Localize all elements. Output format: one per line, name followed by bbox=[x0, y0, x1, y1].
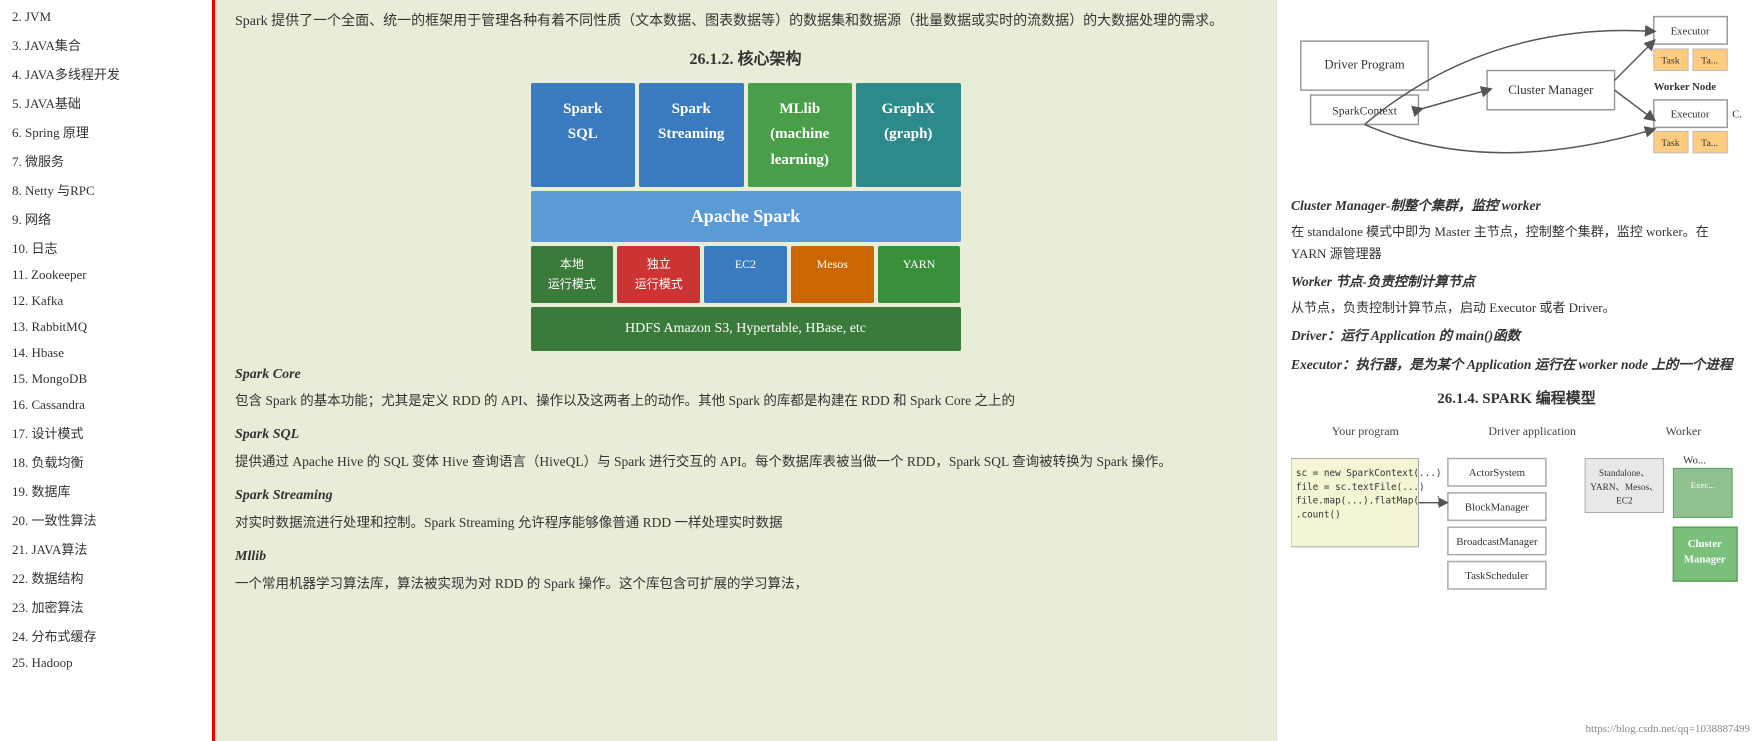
svg-text:Driver Program: Driver Program bbox=[1324, 58, 1404, 72]
spark-prog-model-title: 26.1.4. SPARK 编程模型 bbox=[1291, 387, 1742, 413]
watermark: https://blog.csdn.net/qq=1038887499 bbox=[1586, 720, 1750, 739]
spark-modes-row: 本地运行模式 独立运行模式 EC2 Mesos YARN bbox=[531, 246, 961, 303]
sidebar-item-hbase[interactable]: 14. Hbase bbox=[0, 340, 212, 366]
cluster-diagram-svg: Driver Program SparkContext Cluster Mana… bbox=[1291, 10, 1742, 185]
svg-text:Executor: Executor bbox=[1671, 25, 1710, 37]
intro-text: Spark 提供了一个全面、统一的框架用于管理各种有着不同性质（文本数据、图表数… bbox=[235, 10, 1256, 34]
sidebar-item-consistency[interactable]: 20. 一致性算法 bbox=[0, 505, 212, 534]
svg-text:Wo...: Wo... bbox=[1683, 454, 1706, 466]
spark-top-row: SparkSQL SparkStreaming MLlib(machinelea… bbox=[531, 83, 961, 188]
svg-text:.count(): .count() bbox=[1296, 509, 1341, 520]
mllib-box: MLlib(machinelearning) bbox=[748, 83, 853, 188]
cluster-manager-title: Cluster Manager-制整个集群，监控 worker bbox=[1291, 195, 1742, 218]
section-title-core-arch: 26.1.2. 核心架构 bbox=[235, 46, 1256, 73]
spark-sql-title: Spark SQL bbox=[235, 423, 1256, 447]
spark-architecture-diagram: SparkSQL SparkStreaming MLlib(machinelea… bbox=[531, 83, 961, 351]
svg-text:Cluster: Cluster bbox=[1688, 538, 1722, 550]
spark-core-section: Spark Core 包含 Spark 的基本功能；尤其是定义 RDD 的 AP… bbox=[235, 363, 1256, 414]
svg-text:ActorSystem: ActorSystem bbox=[1469, 467, 1526, 479]
apache-spark-core-bar: Apache Spark bbox=[531, 191, 961, 242]
svg-text:C...: C... bbox=[1732, 109, 1742, 121]
sidebar-item-spring[interactable]: 6. Spring 原理 bbox=[0, 117, 212, 146]
prog-header-worker: Worker bbox=[1666, 421, 1702, 441]
svg-text:Worker Node: Worker Node bbox=[1654, 81, 1717, 93]
mllib-text: 一个常用机器学习算法库，算法被实现为对 RDD 的 Spark 操作。这个库包含… bbox=[235, 573, 1256, 596]
spark-sql-text: 提供通过 Apache Hive 的 SQL 变体 Hive 查询语言（Hive… bbox=[235, 451, 1256, 474]
svg-text:BroadcastManager: BroadcastManager bbox=[1456, 536, 1538, 548]
sidebar-item-java-thread[interactable]: 4. JAVA多线程开发 bbox=[0, 59, 212, 88]
sidebar-item-microservice[interactable]: 7. 微服务 bbox=[0, 146, 212, 175]
main-content: Spark 提供了一个全面、统一的框架用于管理各种有着不同性质（文本数据、图表数… bbox=[215, 0, 1276, 741]
prog-model-svg: sc = new SparkContext(...) file = sc.tex… bbox=[1291, 447, 1742, 627]
sidebar-item-crypto[interactable]: 23. 加密算法 bbox=[0, 592, 212, 621]
spark-streaming-section: Spark Streaming 对实时数据流进行处理和控制。Spark Stre… bbox=[235, 484, 1256, 535]
sidebar-item-distributed-cache[interactable]: 24. 分布式缓存 bbox=[0, 621, 212, 650]
worker-desc: 从节点，负责控制计算节点，启动 Executor 或者 Driver。 bbox=[1291, 297, 1742, 319]
svg-text:Task: Task bbox=[1661, 56, 1679, 67]
sidebar-item-hadoop[interactable]: 25. Hadoop bbox=[0, 650, 212, 676]
prog-header-your-program: Your program bbox=[1332, 421, 1399, 441]
cluster-diagram: Driver Program SparkContext Cluster Mana… bbox=[1291, 10, 1742, 185]
svg-text:Task: Task bbox=[1661, 138, 1679, 149]
mode-standalone: 独立运行模式 bbox=[617, 246, 700, 303]
svg-text:Executor: Executor bbox=[1671, 109, 1710, 121]
sidebar-item-design-patterns[interactable]: 17. 设计模式 bbox=[0, 418, 212, 447]
prog-model-diagram: sc = new SparkContext(...) file = sc.tex… bbox=[1291, 447, 1742, 627]
mode-mesos: Mesos bbox=[791, 246, 874, 303]
sidebar-item-zookeeper[interactable]: 11. Zookeeper bbox=[0, 262, 212, 288]
cluster-manager-desc: 在 standalone 模式中即为 Master 主节点，控制整个集群，监控 … bbox=[1291, 221, 1742, 265]
sidebar: 2. JVM 3. JAVA集合 4. JAVA多线程开发 5. JAVA基础 … bbox=[0, 0, 215, 741]
mode-yarn: YARN bbox=[878, 246, 961, 303]
sidebar-item-java-algo[interactable]: 21. JAVA算法 bbox=[0, 534, 212, 563]
spark-sql-box: SparkSQL bbox=[531, 83, 636, 188]
prog-model-headers: Your program Driver application Worker bbox=[1291, 421, 1742, 441]
mode-local: 本地运行模式 bbox=[531, 246, 614, 303]
sidebar-item-rabbitmq[interactable]: 13. RabbitMQ bbox=[0, 314, 212, 340]
sidebar-item-netty[interactable]: 8. Netty 与RPC bbox=[0, 175, 212, 204]
svg-text:file = sc.textFile(...): file = sc.textFile(...) bbox=[1296, 482, 1425, 493]
sidebar-item-network[interactable]: 9. 网络 bbox=[0, 204, 212, 233]
sidebar-item-log[interactable]: 10. 日志 bbox=[0, 233, 212, 262]
mllib-section: Mllib 一个常用机器学习算法库，算法被实现为对 RDD 的 Spark 操作… bbox=[235, 545, 1256, 596]
spark-streaming-title: Spark Streaming bbox=[235, 484, 1256, 508]
driver-title: Driver：运行 Application 的 main()函数 bbox=[1291, 325, 1742, 348]
svg-text:Ta...: Ta... bbox=[1701, 56, 1718, 67]
spark-storage-row: HDFS Amazon S3, Hypertable, HBase, etc bbox=[531, 307, 961, 351]
sidebar-item-java-basic[interactable]: 5. JAVA基础 bbox=[0, 88, 212, 117]
spark-streaming-text: 对实时数据流进行处理和控制。Spark Streaming 允许程序能够像普通 … bbox=[235, 512, 1256, 535]
sidebar-item-load-balance[interactable]: 18. 负载均衡 bbox=[0, 447, 212, 476]
spark-core-title: Spark Core bbox=[235, 363, 1256, 387]
svg-text:Standalone、: Standalone、 bbox=[1599, 469, 1650, 479]
svg-text:Ta...: Ta... bbox=[1701, 138, 1718, 149]
mllib-title: Mllib bbox=[235, 545, 1256, 569]
sidebar-item-mongodb[interactable]: 15. MongoDB bbox=[0, 366, 212, 392]
svg-text:YARN、Mesos、: YARN、Mesos、 bbox=[1590, 483, 1658, 493]
svg-text:Exec...: Exec... bbox=[1691, 480, 1715, 490]
svg-text:EC2: EC2 bbox=[1616, 497, 1633, 507]
svg-text:Cluster Manager: Cluster Manager bbox=[1508, 83, 1594, 97]
svg-text:Manager: Manager bbox=[1684, 553, 1726, 565]
sidebar-item-java-collections[interactable]: 3. JAVA集合 bbox=[0, 30, 212, 59]
spark-streaming-box: SparkStreaming bbox=[639, 83, 744, 188]
svg-text:BlockManager: BlockManager bbox=[1465, 501, 1529, 513]
sidebar-item-jvm[interactable]: 2. JVM bbox=[0, 4, 212, 30]
svg-text:sc = new SparkContext(...): sc = new SparkContext(...) bbox=[1296, 468, 1442, 479]
sidebar-item-database[interactable]: 19. 数据库 bbox=[0, 476, 212, 505]
sidebar-item-kafka[interactable]: 12. Kafka bbox=[0, 288, 212, 314]
mode-ec2: EC2 bbox=[704, 246, 787, 303]
spark-sql-section: Spark SQL 提供通过 Apache Hive 的 SQL 变体 Hive… bbox=[235, 423, 1256, 474]
prog-header-driver-app: Driver application bbox=[1488, 421, 1576, 441]
executor-title: Executor：执行器，是为某个 Application 运行在 worker… bbox=[1291, 354, 1742, 377]
spark-core-text: 包含 Spark 的基本功能；尤其是定义 RDD 的 API、操作以及这两者上的… bbox=[235, 390, 1256, 413]
sidebar-item-data-structure[interactable]: 22. 数据结构 bbox=[0, 563, 212, 592]
worker-title: Worker 节点-负责控制计算节点 bbox=[1291, 271, 1742, 294]
graphx-box: GraphX(graph) bbox=[856, 83, 961, 188]
sidebar-item-cassandra[interactable]: 16. Cassandra bbox=[0, 392, 212, 418]
svg-text:TaskScheduler: TaskScheduler bbox=[1465, 570, 1529, 582]
right-panel: Driver Program SparkContext Cluster Mana… bbox=[1276, 0, 1756, 741]
svg-text:file.map(...).flatMap(...): file.map(...).flatMap(...) bbox=[1296, 496, 1442, 507]
